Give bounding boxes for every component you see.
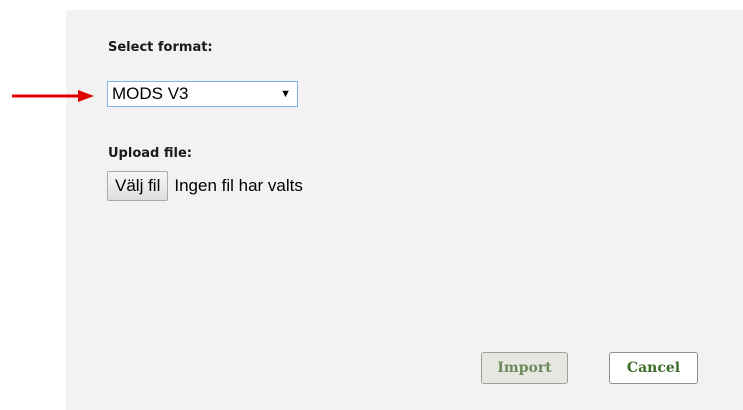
file-input: Välj fil Ingen fil har valts bbox=[107, 171, 303, 201]
file-status-text: Ingen fil har valts bbox=[174, 176, 303, 195]
import-dialog-panel bbox=[66, 10, 743, 410]
upload-file-label: Upload file: bbox=[108, 146, 192, 161]
red-arrow-icon bbox=[12, 90, 94, 102]
select-format-label: Select format: bbox=[108, 40, 213, 55]
format-select-value: MODS V3 bbox=[112, 84, 189, 103]
format-select[interactable]: MODS V3 ▼ bbox=[107, 81, 298, 107]
cancel-button[interactable]: Cancel bbox=[609, 352, 698, 384]
import-button[interactable]: Import bbox=[481, 352, 568, 384]
choose-file-button[interactable]: Välj fil bbox=[107, 171, 169, 201]
dropdown-caret-icon: ▼ bbox=[280, 88, 291, 100]
